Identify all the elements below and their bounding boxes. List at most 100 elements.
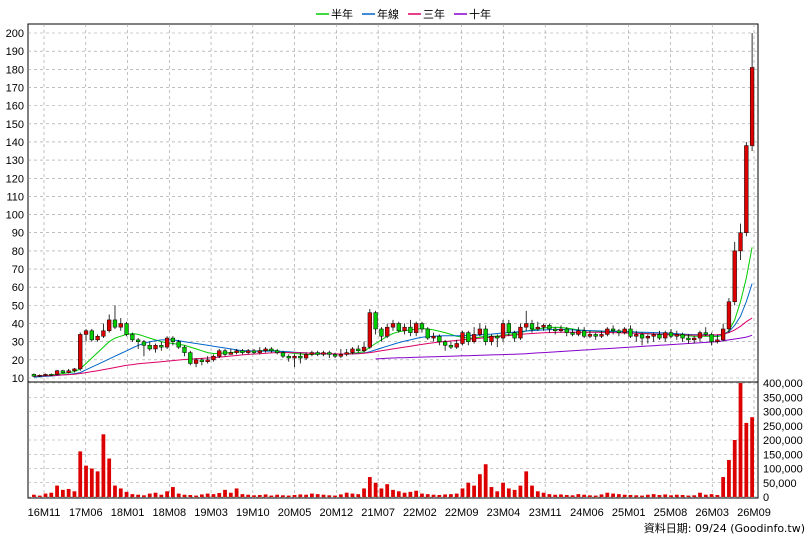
candle-body — [402, 326, 407, 332]
volume-bar — [443, 494, 448, 497]
volume-bar — [425, 494, 430, 497]
volume-bar — [703, 494, 708, 497]
volume-bar — [211, 494, 216, 497]
x-tick-label: 26M09 — [737, 507, 771, 519]
price-tick-label: 140 — [6, 137, 24, 149]
volume-bar — [402, 492, 407, 497]
candle-body — [246, 350, 251, 353]
candle-body — [78, 334, 83, 370]
volume-bar — [582, 494, 587, 497]
candle-body — [234, 350, 239, 353]
volume-bar — [113, 485, 117, 497]
price-tick-label: 10 — [12, 373, 24, 385]
candle-body — [211, 355, 216, 361]
candle-body — [240, 350, 245, 353]
volume-bar — [275, 494, 280, 497]
volume-bar — [576, 494, 581, 497]
candle-body — [489, 335, 494, 342]
candle-body — [390, 323, 396, 328]
volume-bar — [669, 495, 673, 497]
candle-body — [66, 370, 71, 373]
volume-bar — [321, 494, 326, 497]
volume-bar — [257, 495, 262, 497]
volume-bar — [449, 494, 453, 497]
x-tick-label: 18M08 — [152, 507, 186, 519]
candle-body — [749, 67, 755, 146]
candle-body — [437, 335, 442, 342]
candle-body — [518, 326, 523, 339]
candle-body — [651, 334, 656, 337]
candle-body — [593, 334, 598, 337]
volume-bar — [136, 494, 141, 497]
volume-axis-ticks: 400,000 350,000 300,000 250,000 200,000 150,0… — [763, 378, 803, 504]
price-tick-label: 200 — [6, 28, 24, 40]
volume-bar — [483, 464, 488, 497]
volume-bar — [315, 494, 320, 497]
volume-bar — [645, 494, 650, 497]
price-tick-label: 130 — [6, 155, 24, 167]
price-tick-label: 20 — [12, 355, 24, 367]
price-tick-label: 60 — [12, 282, 24, 294]
candle-body — [164, 337, 170, 348]
candle-body — [321, 352, 326, 355]
candle-body — [663, 332, 668, 339]
volume-bar — [588, 495, 592, 497]
volume-bar — [541, 492, 546, 497]
candle-body — [356, 348, 361, 352]
candle-body — [338, 354, 344, 357]
volume-bar — [78, 451, 83, 497]
candle-body — [582, 330, 587, 337]
candle-body — [222, 350, 228, 355]
volume-bar — [431, 494, 436, 497]
volume-bar — [570, 495, 575, 497]
volume-bar — [223, 489, 227, 497]
candle-body — [153, 345, 158, 350]
x-tick-label: 26M03 — [695, 507, 729, 519]
volume-bar — [674, 494, 679, 497]
candle-body — [292, 355, 297, 359]
x-tick-label: 24M06 — [570, 507, 604, 519]
price-tick-label: 180 — [6, 64, 24, 76]
candle-body — [697, 332, 703, 339]
volume-bar — [362, 488, 366, 497]
candle-body — [385, 326, 390, 337]
candle-body — [431, 335, 436, 339]
volume-bar — [489, 487, 494, 497]
candle-body — [477, 328, 483, 335]
price-tick-label: 100 — [6, 210, 24, 222]
candle-body — [425, 328, 430, 339]
candle-body — [170, 337, 176, 342]
candle-body — [379, 328, 384, 337]
candle-body — [298, 355, 303, 359]
candle-body — [367, 312, 372, 348]
x-tick-label: 25M08 — [654, 507, 688, 519]
candle-body — [587, 334, 593, 337]
volume-bar — [680, 495, 685, 497]
candle-body — [454, 343, 459, 348]
volume-bar — [142, 495, 146, 497]
candle-body — [738, 232, 743, 252]
volume-bar — [246, 494, 251, 497]
price-tick-label: 190 — [6, 46, 24, 58]
candle-body — [263, 348, 268, 352]
volume-bar — [252, 495, 256, 497]
legend-label-one-year: 年線 — [377, 7, 399, 21]
candle-body — [83, 330, 89, 335]
volume-bar — [118, 488, 123, 497]
price-tick-label: 120 — [6, 173, 24, 185]
volume-tick-label: 250,000 — [763, 421, 803, 433]
candle-body — [709, 334, 714, 342]
x-tick-label: 23M04 — [487, 507, 521, 519]
volume-bar — [495, 491, 500, 497]
candle-body — [622, 328, 627, 333]
candle-body — [692, 337, 697, 341]
volume-bar — [95, 471, 100, 497]
candle-body — [605, 328, 610, 335]
volume-bar — [663, 494, 668, 497]
volume-bar — [159, 494, 164, 497]
candle-body — [72, 368, 77, 371]
volume-bar — [89, 468, 94, 497]
volume-bar — [165, 491, 169, 497]
volume-bar — [147, 493, 152, 497]
candle-body — [483, 328, 488, 342]
